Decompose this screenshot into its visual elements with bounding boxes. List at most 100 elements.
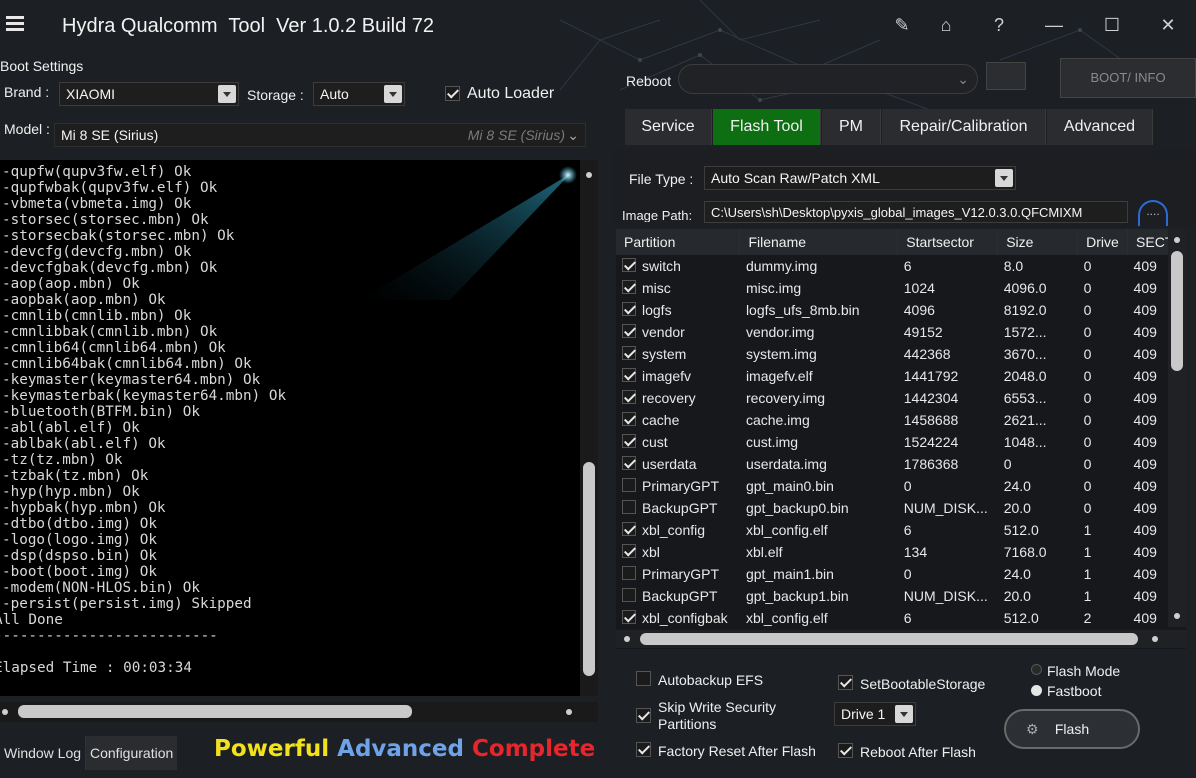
reboot-label: Reboot — [626, 73, 672, 89]
image-path-input[interactable]: C:\Users\sh\Desktop\pyxis_global_images_… — [704, 201, 1128, 223]
partition-checkbox[interactable] — [622, 324, 636, 338]
menu-icon[interactable] — [6, 16, 24, 32]
fastboot-radio[interactable] — [1031, 685, 1042, 696]
table-row[interactable]: xbl xbl.elf 134 7168.0 1 409 — [616, 541, 1186, 563]
table-row[interactable]: vendor vendor.img 49152 1572... 0 409 — [616, 321, 1186, 343]
help-icon[interactable]: ? — [985, 12, 1013, 38]
table-row[interactable]: xbl_config xbl_config.elf 6 512.0 1 409 — [616, 519, 1186, 541]
cell-start: 0 — [903, 478, 912, 494]
tab-repair-calibration[interactable]: Repair/Calibration — [882, 109, 1046, 145]
partition-checkbox[interactable] — [622, 368, 636, 382]
column-header[interactable]: Size — [997, 229, 1079, 255]
brand-label: Brand : — [4, 84, 50, 100]
partition-checkbox[interactable] — [622, 522, 636, 536]
tab-pm[interactable]: PM — [822, 109, 881, 145]
auto-loader-checkbox[interactable] — [445, 86, 460, 101]
table-row[interactable]: imagefv imagefv.elf 1441792 2048.0 0 409 — [616, 365, 1186, 387]
table-row[interactable]: cache cache.img 1458688 2621... 0 409 — [616, 409, 1186, 431]
cell-start: 442368 — [903, 346, 951, 362]
file-type-value: Auto Scan Raw/Patch XML — [711, 170, 880, 186]
reboot-after-flash-checkbox[interactable] — [838, 743, 853, 758]
skip-write-security-checkbox[interactable] — [636, 708, 651, 723]
drive-select[interactable]: Drive 1 — [834, 702, 916, 726]
set-bootable-storage-checkbox[interactable] — [838, 675, 853, 690]
table-row[interactable]: recovery recovery.img 1442304 6553... 0 409 — [616, 387, 1186, 409]
table-row[interactable]: userdata userdata.img 1786368 0 0 409 — [616, 453, 1186, 475]
partition-checkbox[interactable] — [622, 302, 636, 316]
column-header[interactable]: Startsector — [897, 229, 999, 255]
model-select[interactable]: Mi 8 SE (Sirius) Mi 8 SE (Sirius) ⌄ — [54, 123, 586, 147]
log-line: -storsec(storsec.mbn) Ok — [2, 212, 209, 228]
log-scroll-thumb[interactable] — [583, 462, 595, 676]
partition-checkbox[interactable] — [622, 412, 636, 426]
set-bootable-storage-label: SetBootableStorage — [860, 676, 986, 692]
browse-button[interactable]: .... — [1138, 200, 1168, 226]
tab-configuration[interactable]: Configuration — [86, 736, 178, 770]
table-vertical-scrollbar[interactable] — [1168, 229, 1186, 627]
cell-filename: dummy.img — [745, 258, 818, 274]
chevron-down-icon[interactable]: ⌄ — [567, 124, 579, 146]
table-row[interactable]: cust cust.img 1524224 1048... 0 409 — [616, 431, 1186, 453]
factory-reset-checkbox[interactable] — [636, 742, 651, 757]
table-row[interactable]: BackupGPT gpt_backup0.bin NUM_DISK... 20.0 0… — [616, 497, 1186, 519]
table-row[interactable]: misc misc.img 1024 4096.0 0 409 — [616, 277, 1186, 299]
table-row[interactable]: system system.img 442368 3670... 0 409 — [616, 343, 1186, 365]
clean-icon[interactable]: ✎ — [888, 12, 916, 38]
flash-button[interactable]: ⚙ Flash — [1004, 709, 1140, 749]
cell-start: 1441792 — [903, 368, 959, 384]
log-vertical-scrollbar[interactable] — [580, 160, 598, 696]
table-row[interactable]: BackupGPT gpt_backup1.bin NUM_DISK... 20.0 1… — [616, 585, 1186, 607]
chevron-down-icon[interactable] — [384, 85, 402, 103]
partition-checkbox[interactable] — [622, 566, 636, 580]
partition-checkbox[interactable] — [622, 588, 636, 602]
partition-checkbox[interactable] — [622, 610, 636, 624]
partition-checkbox[interactable] — [622, 390, 636, 404]
cell-start: 6 — [903, 610, 912, 626]
table-row[interactable]: PrimaryGPT gpt_main0.bin 0 24.0 0 409 — [616, 475, 1186, 497]
partition-checkbox[interactable] — [622, 456, 636, 470]
column-header[interactable]: Filename — [739, 229, 899, 255]
table-hscroll-thumb[interactable] — [640, 633, 1138, 645]
cell-drive: 0 — [1083, 412, 1092, 428]
flash-mode-radio[interactable] — [1031, 664, 1042, 675]
log-line: -ablbak(abl.elf) Ok — [2, 436, 166, 452]
chevron-down-icon[interactable] — [995, 169, 1013, 187]
chevron-down-icon[interactable] — [218, 85, 236, 103]
log-hscroll-thumb[interactable] — [18, 705, 412, 718]
table-horizontal-scrollbar[interactable] — [616, 630, 1186, 648]
table-row[interactable]: xbl_configbak xbl_config.elf 6 512.0 2 409 — [616, 607, 1186, 629]
table-row[interactable]: switch dummy.img 6 8.0 0 409 — [616, 255, 1186, 277]
reboot-after-flash-label: Reboot After Flash — [860, 744, 976, 760]
storage-select[interactable]: Auto — [313, 82, 405, 106]
partition-checkbox[interactable] — [622, 280, 636, 294]
table-row[interactable]: PrimaryGPT gpt_main1.bin 0 24.0 1 409 — [616, 563, 1186, 585]
tab-service[interactable]: Service — [625, 109, 712, 145]
chevron-down-icon[interactable] — [895, 705, 913, 723]
partition-checkbox[interactable] — [622, 544, 636, 558]
close-icon[interactable]: ✕ — [1154, 12, 1182, 38]
maximize-icon[interactable]: ☐ — [1098, 12, 1126, 38]
column-header[interactable]: Partition — [616, 229, 741, 255]
home-icon[interactable]: ⌂ — [932, 12, 960, 38]
log-horizontal-scrollbar[interactable] — [0, 702, 598, 722]
autobackup-efs-checkbox[interactable] — [636, 671, 651, 686]
brand-select[interactable]: XIAOMI — [59, 82, 239, 106]
tab-window-log[interactable]: Window Log — [0, 736, 87, 770]
partition-checkbox[interactable] — [622, 434, 636, 448]
tab-flash-tool[interactable]: Flash Tool — [713, 109, 821, 145]
reboot-button[interactable] — [986, 62, 1026, 90]
boot-info-button[interactable]: BOOT/ INFO — [1060, 58, 1196, 98]
partition-checkbox[interactable] — [622, 346, 636, 360]
tab-advanced[interactable]: Advanced — [1047, 109, 1153, 145]
file-type-select[interactable]: Auto Scan Raw/Patch XML — [704, 166, 1016, 190]
chevron-down-icon[interactable]: ⌄ — [957, 68, 969, 90]
minimize-icon[interactable]: — — [1040, 12, 1068, 38]
log-line: -qupfwbak(qupv3fw.elf) Ok — [2, 180, 218, 196]
column-header[interactable]: Drive — [1077, 229, 1129, 255]
table-row[interactable]: logfs logfs_ufs_8mb.bin 4096 8192.0 0 409 — [616, 299, 1186, 321]
reboot-select[interactable]: ⌄ — [678, 64, 978, 94]
partition-checkbox[interactable] — [622, 500, 636, 514]
partition-checkbox[interactable] — [622, 478, 636, 492]
partition-checkbox[interactable] — [622, 258, 636, 272]
table-scroll-thumb[interactable] — [1171, 251, 1183, 371]
